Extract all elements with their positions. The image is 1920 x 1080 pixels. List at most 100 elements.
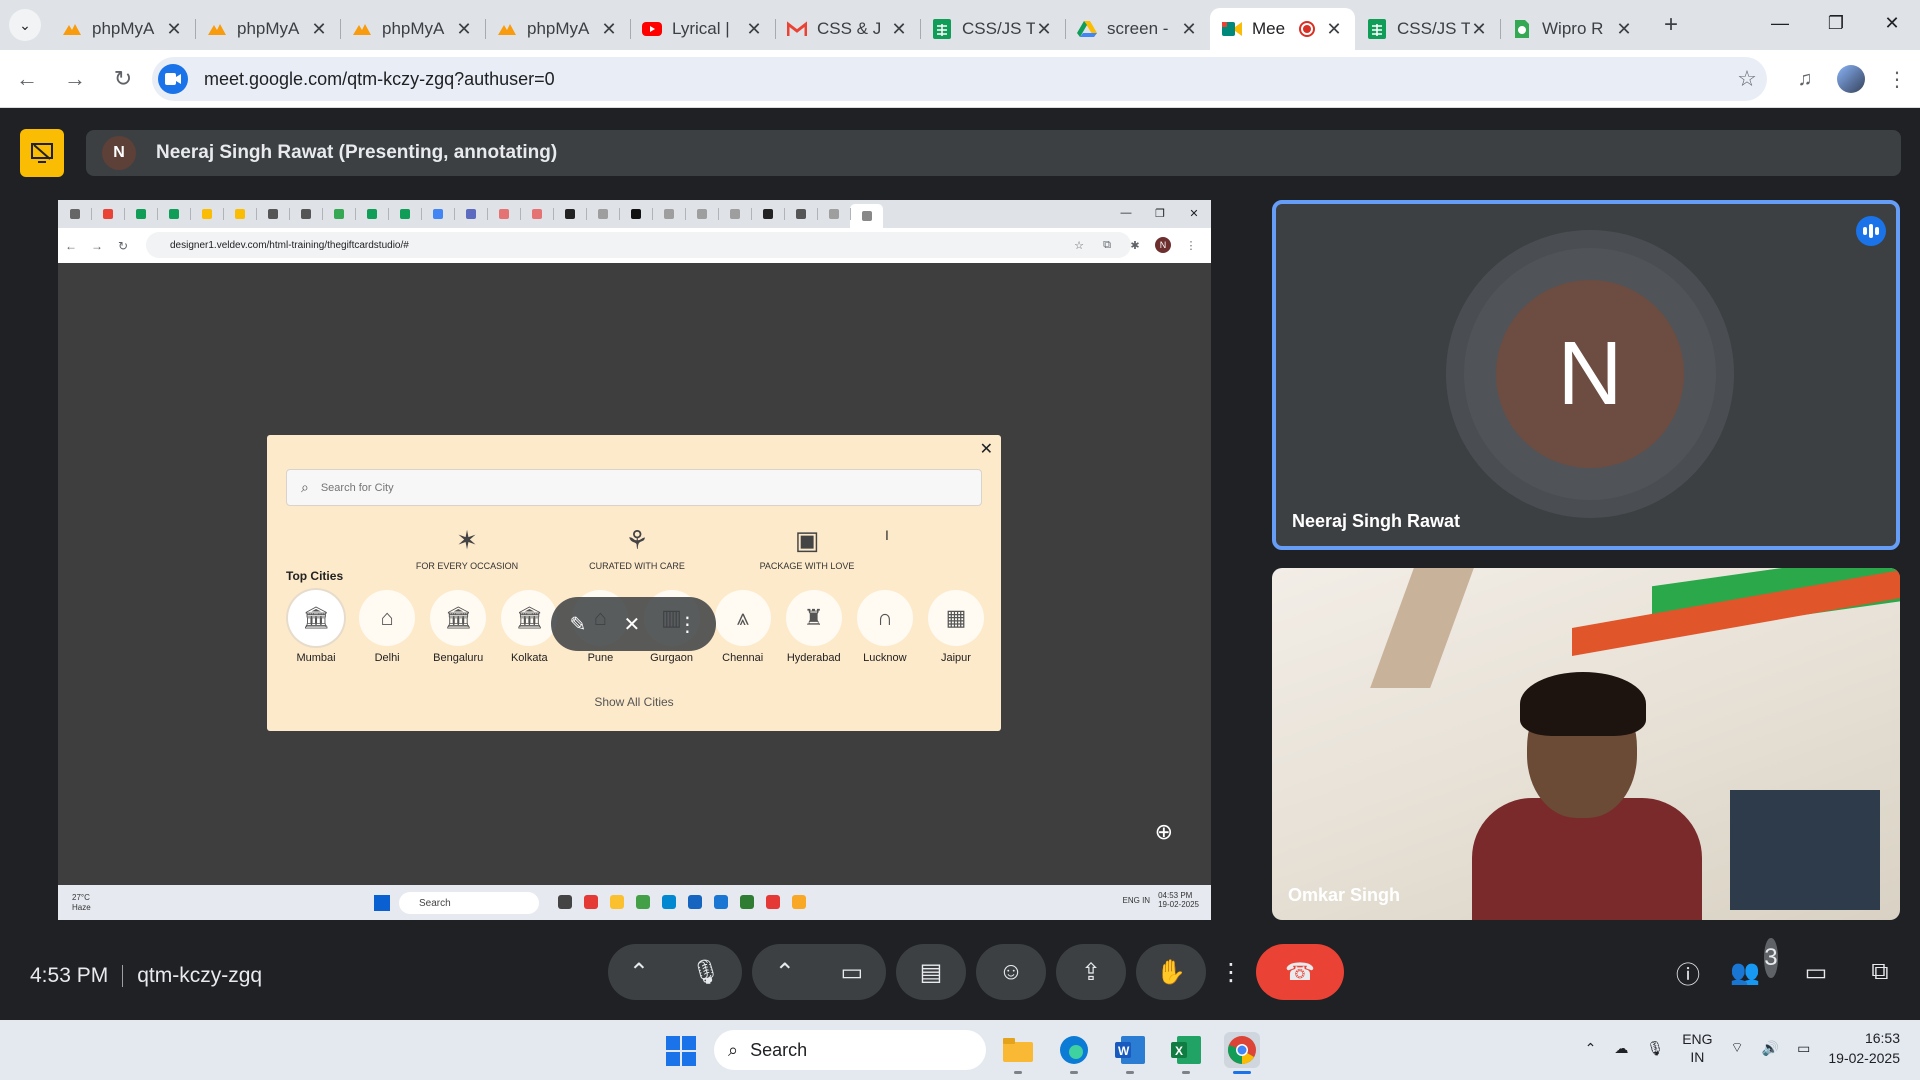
browser-tab[interactable]: screen - ✕ (1065, 8, 1210, 50)
captions-button[interactable]: ▤ (896, 944, 966, 1000)
browser-tab[interactable]: Lyrical | ✕ (630, 8, 775, 50)
close-icon[interactable]: ✕ (890, 19, 908, 40)
shared-tab (289, 204, 322, 224)
raise-hand-button[interactable]: ✋ (1136, 944, 1206, 1000)
browser-tab-active[interactable]: Mee ✕ (1210, 8, 1355, 50)
app-icon (558, 895, 572, 909)
feature-item: ✶ FOR EVERY OCCASION (407, 525, 527, 571)
battery-icon[interactable]: ▭ (1797, 1040, 1810, 1057)
lang2: IN (1690, 1049, 1705, 1065)
close-icon[interactable]: ✕ (745, 19, 763, 40)
close-icon[interactable]: ✕ (600, 19, 618, 40)
close-icon[interactable]: ✕ (165, 19, 183, 40)
meet-site-icon[interactable] (158, 64, 188, 94)
gmail-icon (787, 19, 807, 39)
annotation-more-icon[interactable]: ⋮ (677, 612, 697, 637)
city-name: Lucknow (863, 652, 907, 664)
browser-tab[interactable]: CSS & J ✕ (775, 8, 920, 50)
browser-tab[interactable]: CSS/JS T ✕ (920, 8, 1065, 50)
restore-icon[interactable]: ❐ (1808, 0, 1864, 46)
url-text[interactable]: meet.google.com/qtm-kczy-zgq?authuser=0 (204, 69, 1727, 90)
forward-icon[interactable]: → (54, 58, 96, 100)
windows-start-icon[interactable] (666, 1036, 696, 1066)
info-icon[interactable]: ⓘ (1668, 952, 1708, 992)
presentation-icon[interactable] (20, 129, 64, 177)
more-options-button[interactable]: ⋮ (1216, 944, 1246, 1000)
search-icon: ⌕ (301, 479, 309, 495)
close-icon[interactable]: ✕ (455, 19, 473, 40)
tab-title: CSS & J (817, 19, 882, 38)
city-item: ⌂ Delhi (357, 590, 417, 664)
pin-off-icon[interactable]: ✎ (570, 612, 587, 637)
tab-search-button[interactable]: ⌄ (0, 0, 50, 50)
onedrive-icon[interactable]: ☁ (1614, 1040, 1628, 1057)
browser-tab[interactable]: phpMyA ✕ (485, 8, 630, 50)
shared-more-icon: ⋮ (1185, 239, 1197, 252)
browser-tab[interactable]: phpMyA ✕ (340, 8, 485, 50)
volume-icon[interactable]: 🔊 (1762, 1040, 1779, 1057)
activities-icon[interactable]: ⧉ (1860, 952, 1900, 992)
reload-icon[interactable]: ↻ (102, 58, 144, 100)
browser-tab[interactable]: phpMyA ✕ (50, 8, 195, 50)
avatar-ring-inner: N (1464, 248, 1716, 500)
close-icon[interactable]: ✕ (1325, 19, 1343, 40)
app-icon (740, 895, 754, 909)
camera-icon[interactable]: ▭ (841, 958, 864, 987)
more-options-icon[interactable]: ⋮ (1874, 58, 1920, 100)
city-name: Kolkata (510, 652, 548, 664)
leave-call-button[interactable]: ☎ (1256, 944, 1344, 1000)
word-icon[interactable]: W (1112, 1032, 1148, 1074)
city-name: Mumbai (296, 652, 336, 664)
chrome-icon[interactable] (1224, 1032, 1260, 1074)
reactions-button[interactable]: ☺ (976, 944, 1046, 1000)
city-name: Hyderabad (786, 652, 841, 664)
browser-tab[interactable]: phpMyA ✕ (195, 8, 340, 50)
tab-title: screen - (1107, 19, 1169, 38)
microphone-tray-icon[interactable]: 🎙 (1646, 1040, 1664, 1057)
window-controls: — ❐ ✕ (1752, 0, 1920, 46)
edge-icon[interactable] (1056, 1032, 1092, 1074)
address-bar[interactable]: meet.google.com/qtm-kczy-zgq?authuser=0 … (152, 57, 1767, 101)
excel-icon[interactable]: X (1168, 1032, 1204, 1074)
close-icon[interactable]: ✕ (1035, 19, 1053, 40)
running-indicator (1126, 1071, 1134, 1074)
microphone-icon[interactable]: 🎙 (691, 958, 721, 987)
app-icon (688, 895, 702, 909)
taskbar-apps: W X (1000, 1032, 1260, 1074)
media-control-icon[interactable]: ♫ (1782, 58, 1828, 100)
browser-tab[interactable]: CSS/JS T ✕ (1355, 8, 1500, 50)
video-options-chevron-icon[interactable]: ⌃ (775, 958, 795, 987)
clock[interactable]: 16:53 19-02-2025 (1828, 1028, 1900, 1068)
annotation-toolbar[interactable]: ✎ ✕ ⋮ (551, 597, 716, 651)
win-pane (682, 1036, 696, 1050)
participant-tile-self[interactable]: N Neeraj Singh Rawat (1272, 200, 1900, 550)
taskbar-search[interactable]: ⌕ Search (714, 1030, 986, 1070)
participant-tile-camera[interactable]: Omkar Singh (1272, 568, 1900, 920)
back-icon[interactable]: ← (6, 58, 48, 100)
shared-tab (388, 204, 421, 224)
present-button[interactable]: ⇪ (1056, 944, 1126, 1000)
wifi-icon[interactable]: ⌔ (1731, 1039, 1744, 1057)
profile-avatar-wrap[interactable] (1828, 58, 1874, 100)
audio-options-chevron-icon[interactable]: ⌃ (629, 958, 649, 987)
bookmark-star-icon[interactable]: ☆ (1727, 66, 1767, 92)
mute-annotation-icon[interactable]: ✕ (624, 612, 641, 637)
shared-tab-strip: — ❐ ✕ (58, 200, 1211, 228)
close-icon[interactable]: ✕ (1615, 19, 1633, 40)
participant-video (1472, 672, 1702, 920)
language-indicator[interactable]: ENG IN (1682, 1030, 1712, 1066)
profile-avatar[interactable] (1837, 65, 1865, 93)
browser-tab[interactable]: Wipro R ✕ (1500, 8, 1645, 50)
minimize-icon[interactable]: — (1752, 0, 1808, 46)
chevron-up-icon[interactable]: ⌃ (1585, 1040, 1597, 1057)
close-icon[interactable]: ✕ (1470, 19, 1488, 40)
chat-icon[interactable]: ▭ (1796, 952, 1836, 992)
close-icon[interactable]: ✕ (310, 19, 328, 40)
close-icon[interactable]: ✕ (1180, 19, 1198, 40)
more-vert-icon: ⋮ (1219, 958, 1243, 986)
people-icon[interactable]: 👥 3 (1730, 938, 1778, 992)
new-tab-button[interactable]: + (1651, 11, 1691, 39)
close-window-icon[interactable]: ✕ (1864, 0, 1920, 46)
zoom-in-icon[interactable]: ⊕ (1155, 819, 1173, 845)
file-explorer-icon[interactable] (1000, 1032, 1036, 1074)
